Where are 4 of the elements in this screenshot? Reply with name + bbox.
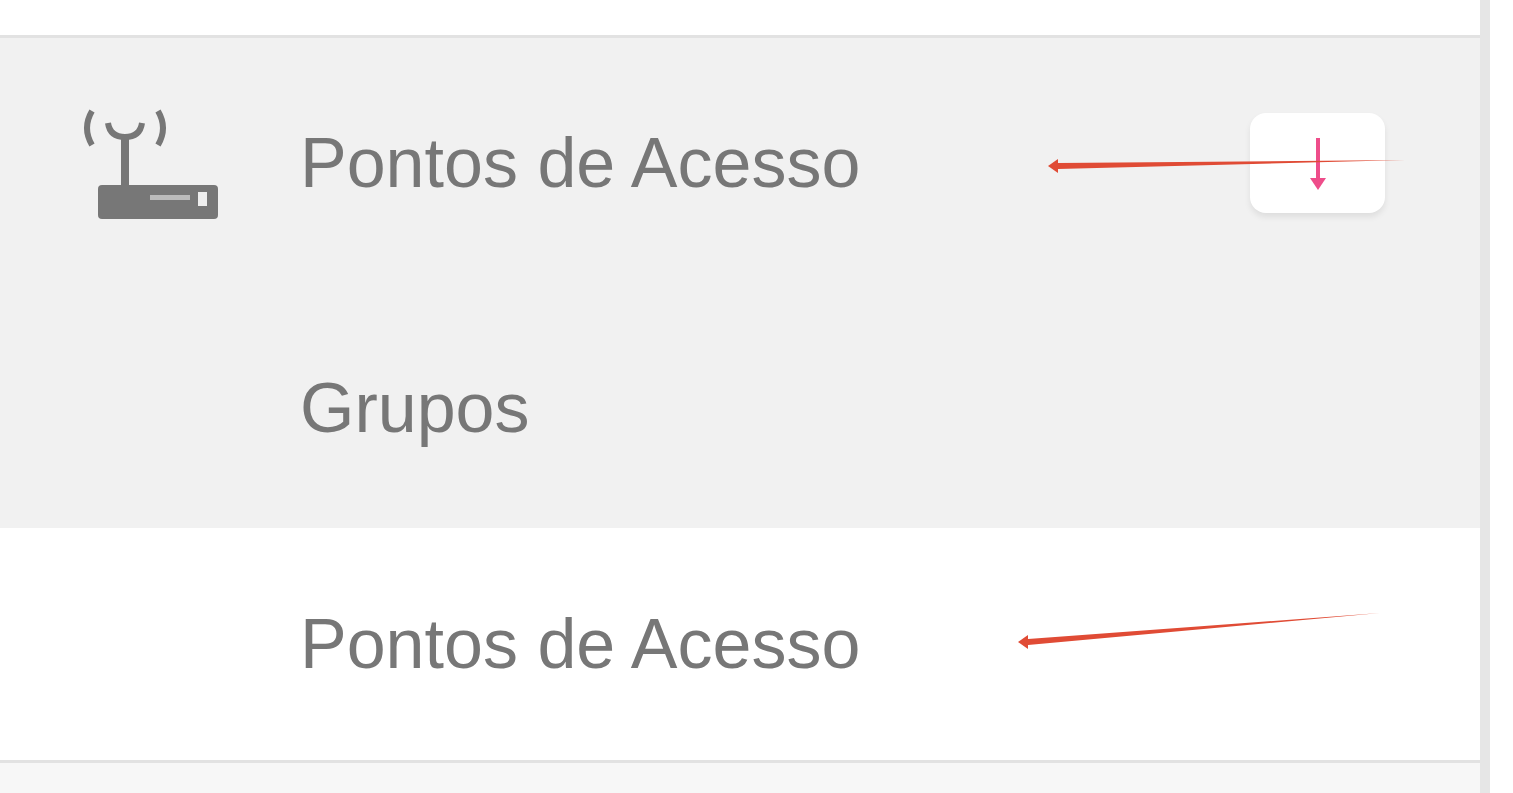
- submenu-item[interactable]: Pontos de Acesso: [0, 528, 1480, 763]
- expand-button[interactable]: [1250, 113, 1385, 213]
- submenu-item[interactable]: Grupos: [0, 288, 1480, 528]
- menu-item[interactable]: Pontos de Acesso: [300, 123, 861, 203]
